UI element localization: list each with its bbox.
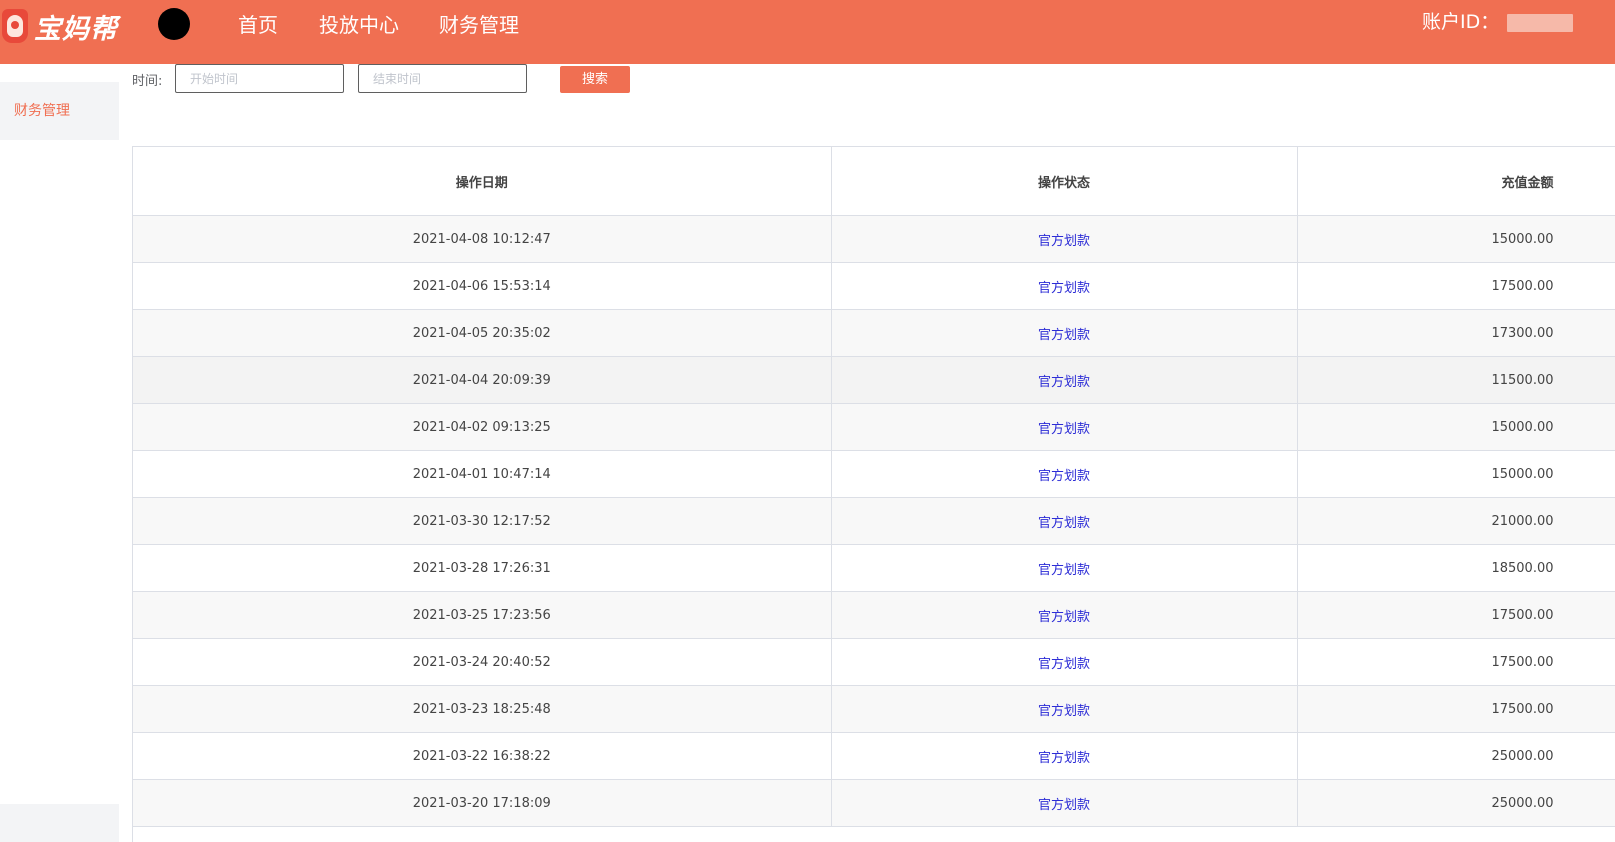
logo-mascot-icon — [2, 9, 28, 43]
time-filter-label: 时间: — [132, 74, 163, 89]
account-id-redacted — [1507, 13, 1574, 32]
cell-date: 2021-03-24 20:40:52 — [133, 638, 832, 686]
cell-date: 2021-04-08 10:12:47 — [133, 215, 832, 263]
column-header-date: 操作日期 — [133, 147, 832, 216]
cell-date: 2021-03-30 12:17:52 — [133, 497, 832, 545]
cell-date: 2021-04-02 09:13:25 — [133, 403, 832, 451]
sidebar-item-finance[interactable]: 财务管理 — [0, 82, 119, 140]
cell-status: 官方划款 — [831, 262, 1298, 310]
cell-date: 2021-03-20 17:18:09 — [133, 779, 832, 827]
cell-date: 2021-03-25 17:23:56 — [133, 591, 832, 639]
avatar[interactable] — [158, 8, 190, 40]
cell-date: 2021-04-06 15:53:14 — [133, 262, 832, 310]
status-link[interactable]: 官方划款 — [1038, 657, 1090, 672]
cell-status: 官方划款 — [831, 497, 1298, 545]
cell-status: 官方划款 — [831, 356, 1298, 404]
cell-amount: 18500.00 — [1297, 544, 1615, 592]
cell-status: 官方划款 — [831, 685, 1298, 733]
status-link[interactable]: 官方划款 — [1038, 328, 1090, 343]
status-link[interactable]: 官方划款 — [1038, 704, 1090, 719]
table-row: 2021-03-24 20:40:52 官方划款 17500.00 — [133, 638, 1615, 686]
cell-amount: 21000.00 — [1297, 497, 1615, 545]
column-header-status: 操作状态 — [831, 147, 1298, 216]
status-link[interactable]: 官方划款 — [1038, 516, 1090, 531]
nav-finance[interactable]: 财务管理 — [439, 12, 519, 38]
finance-table: 操作日期 操作状态 充值金额 2021-04-08 10:12:47 官方划款 15… — [132, 146, 1615, 842]
cell-status: 官方划款 — [831, 215, 1298, 263]
cell-amount: 15000.00 — [1297, 450, 1615, 498]
cell-date: 2021-04-01 10:47:14 — [133, 450, 832, 498]
table-row: 2021-04-06 15:53:14 官方划款 17500.00 — [133, 262, 1615, 310]
cell-amount: 17500.00 — [1297, 685, 1615, 733]
end-date-input[interactable] — [358, 64, 527, 93]
table-row: 2021-03-30 12:17:52 官方划款 21000.00 — [133, 497, 1615, 545]
table-row: 2021-04-05 20:35:02 官方划款 17300.00 — [133, 309, 1615, 357]
search-button[interactable]: 搜索 — [560, 66, 630, 93]
cell-status: 官方划款 — [831, 544, 1298, 592]
table-row: 2021-03-28 17:26:31 官方划款 18500.00 — [133, 544, 1615, 592]
cell-status: 官方划款 — [831, 450, 1298, 498]
cell-amount: 17500.00 — [1297, 591, 1615, 639]
table-row: 2021-04-04 20:09:39 官方划款 11500.00 — [133, 356, 1615, 404]
cell-date: 2021-04-04 20:09:39 — [133, 356, 832, 404]
column-header-amount: 充值金额 — [1297, 147, 1615, 216]
account-id: 账户ID： — [1422, 10, 1574, 34]
table-row: 2021-03-22 16:38:22 官方划款 25000.00 — [133, 732, 1615, 780]
cell-amount: 15000.00 — [1297, 403, 1615, 451]
table-row: 2021-04-01 10:47:14 官方划款 15000.00 — [133, 450, 1615, 498]
table-row: 2021-03-20 17:18:09 官方划款 25000.00 — [133, 779, 1615, 827]
cell-date: 2021-03-28 17:26:31 — [133, 544, 832, 592]
cell-date: 2021-03-23 18:25:48 — [133, 685, 832, 733]
cell-status: 官方划款 — [831, 732, 1298, 780]
table-row: 2021-04-08 10:12:47 官方划款 15000.00 — [133, 215, 1615, 263]
cell-status: 官方划款 — [831, 591, 1298, 639]
status-link[interactable]: 官方划款 — [1038, 469, 1090, 484]
logo[interactable]: 宝妈帮 — [0, 8, 130, 45]
status-link[interactable]: 官方划款 — [1038, 234, 1090, 249]
nav-home[interactable]: 首页 — [238, 12, 278, 38]
table-header-row: 操作日期 操作状态 充值金额 — [133, 147, 1615, 216]
status-link[interactable]: 官方划款 — [1038, 798, 1090, 813]
status-link[interactable]: 官方划款 — [1038, 281, 1090, 296]
cell-status: 官方划款 — [831, 779, 1298, 827]
nav-ad-center[interactable]: 投放中心 — [319, 12, 399, 38]
cell-amount: 17500.00 — [1297, 262, 1615, 310]
cell-amount: 17300.00 — [1297, 309, 1615, 357]
top-bar: 宝妈帮 首页 投放中心 财务管理 账户ID： — [0, 0, 1615, 64]
cell-status: 官方划款 — [831, 638, 1298, 686]
cell-amount: 25000.00 — [1297, 779, 1615, 827]
table-row: 2021-03-25 17:23:56 官方划款 17500.00 — [133, 591, 1615, 639]
status-link[interactable]: 官方划款 — [1038, 375, 1090, 390]
cell-status: 官方划款 — [831, 309, 1298, 357]
status-link[interactable]: 官方划款 — [1038, 610, 1090, 625]
cell-date: 2021-03-22 16:38:22 — [133, 732, 832, 780]
cell-date: 2021-04-05 20:35:02 — [133, 309, 832, 357]
status-link[interactable]: 官方划款 — [1038, 422, 1090, 437]
table-row: 2021-04-02 09:13:25 官方划款 15000.00 — [133, 403, 1615, 451]
status-link[interactable]: 官方划款 — [1038, 751, 1090, 766]
cell-amount: 15000.00 — [1297, 215, 1615, 263]
cell-amount: 25000.00 — [1297, 732, 1615, 780]
start-date-input[interactable] — [175, 64, 344, 93]
account-id-label: 账户ID： — [1422, 11, 1500, 33]
logo-text: 宝妈帮 — [34, 13, 118, 45]
status-link[interactable]: 官方划款 — [1038, 563, 1090, 578]
cell-status: 官方划款 — [831, 403, 1298, 451]
cell-amount: 17500.00 — [1297, 638, 1615, 686]
table-row: 2021-03-23 18:25:48 官方划款 17500.00 — [133, 685, 1615, 733]
sidebar-footer — [0, 804, 119, 842]
cell-amount: 11500.00 — [1297, 356, 1615, 404]
